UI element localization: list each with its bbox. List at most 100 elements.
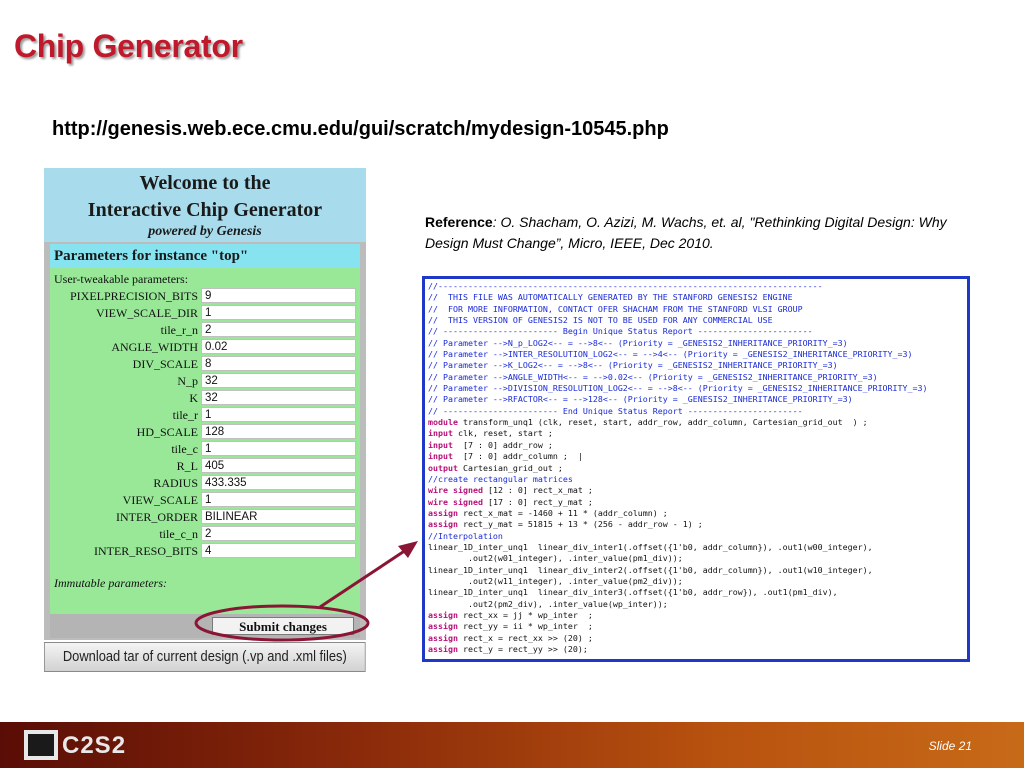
- param-label: tile_r_n: [160, 323, 198, 337]
- param-value-input[interactable]: 8: [201, 356, 356, 371]
- code-line: wire signed [17 : 0] rect_y_mat ;: [428, 497, 928, 508]
- code-text: rect_yy = ii * wp_inter ;: [457, 621, 593, 632]
- param-value-input[interactable]: 1: [201, 492, 356, 507]
- param-row: DIV_SCALE 8: [50, 356, 360, 373]
- param-value-input[interactable]: 32: [201, 390, 356, 405]
- parameters-form: Parameters for instance "top" User-tweak…: [50, 244, 360, 638]
- param-value-input[interactable]: 0.02: [201, 339, 356, 354]
- param-label: ANGLE_WIDTH: [111, 340, 198, 354]
- code-line: input [7 : 0] addr_column ; |: [428, 451, 928, 462]
- reference-text: O. Shacham, O. Azizi, M. Wachs, et. al, …: [425, 214, 947, 251]
- code-line: // Parameter -->INTER_RESOLUTION_LOG2<--…: [428, 349, 913, 360]
- param-row: INTER_ORDER BILINEAR: [50, 509, 360, 526]
- code-line: .out2(w01_integer), .inter_value(pm1_div…: [428, 553, 683, 564]
- param-row: INTER_RESO_BITS 4: [50, 543, 360, 560]
- code-text: rect_xx = jj * wp_inter ;: [457, 609, 593, 620]
- param-row: VIEW_SCALE_DIR 1: [50, 305, 360, 322]
- code-line: assign rect_y_mat = 51815 + 13 * (256 - …: [428, 519, 928, 530]
- slide-footer: C2S2 Slide 21: [0, 722, 1024, 768]
- code-keyword: input: [428, 439, 453, 450]
- code-line: linear_1D_inter_unq1 linear_div_inter2(.…: [428, 564, 873, 575]
- param-value-input[interactable]: 2: [201, 526, 356, 541]
- param-label: N_p: [177, 374, 198, 388]
- code-line: // THIS FILE WAS AUTOMATICALLY GENERATED…: [428, 292, 793, 303]
- code-line: assign rect_y = rect_yy >> (20);: [428, 644, 928, 655]
- param-value-input[interactable]: 4: [201, 543, 356, 558]
- code-line: assign rect_x_mat = -1460 + 11 * (addr_c…: [428, 508, 928, 519]
- code-text: [7 : 0] addr_column ; |: [452, 451, 583, 462]
- param-label: tile_c: [171, 442, 198, 456]
- code-line: wire signed [12 : 0] rect_x_mat ;: [428, 485, 928, 496]
- code-text: rect_x_mat = -1460 + 11 * (addr_column) …: [457, 507, 668, 518]
- param-value-input[interactable]: 9: [201, 288, 356, 303]
- code-keyword: assign: [428, 507, 458, 518]
- welcome-line-2: Interactive Chip Generator: [87, 199, 323, 221]
- param-label: HD_SCALE: [136, 425, 198, 439]
- param-value-input[interactable]: 433.335: [201, 475, 356, 490]
- reference-citation: Reference: O. Shacham, O. Azizi, M. Wach…: [425, 212, 985, 254]
- code-line: // Parameter -->RFACTOR<-- = -->128<-- (…: [428, 394, 853, 405]
- immutable-label: Immutable parameters:: [54, 576, 167, 590]
- c2s2-logo-text: C2S2: [62, 732, 127, 759]
- welcome-line-1: Welcome to the: [139, 172, 271, 194]
- code-keyword: assign: [428, 621, 458, 632]
- code-keyword: wire signed: [428, 485, 483, 496]
- code-line: .out2(pm2_div), .inter_value(wp_inter));: [428, 598, 668, 609]
- param-row: tile_r 1: [50, 407, 360, 424]
- param-label: tile_c_n: [159, 527, 198, 541]
- code-line: //Interpolation: [428, 530, 503, 541]
- code-line: assign rect_x = rect_xx >> (20) ;: [428, 633, 928, 644]
- code-line: // Parameter -->K_LOG2<-- = -->8<-- (Pri…: [428, 360, 838, 371]
- param-label: R_L: [176, 459, 198, 473]
- code-keyword: wire signed: [428, 496, 483, 507]
- slide-title: Chip Generator: [14, 28, 243, 64]
- code-text: [12 : 0] rect_x_mat ;: [482, 485, 593, 496]
- param-value-input[interactable]: BILINEAR: [201, 509, 356, 524]
- param-value-input[interactable]: 1: [201, 407, 356, 422]
- param-row: tile_c 1: [50, 441, 360, 458]
- param-label: INTER_ORDER: [116, 510, 198, 524]
- generated-verilog-code: //--------------------------------------…: [422, 276, 970, 662]
- welcome-banner: Welcome to the Interactive Chip Generato…: [44, 168, 366, 242]
- code-lines: //--------------------------------------…: [428, 281, 928, 655]
- code-line: // Parameter -->N_p_LOG2<-- = -->8<-- (P…: [428, 337, 848, 348]
- parameters-body: User-tweakable parameters: Immutable par…: [50, 268, 360, 614]
- code-keyword: output: [428, 462, 458, 473]
- code-text: clk, reset, start ;: [452, 428, 553, 439]
- submit-changes-button[interactable]: Submit changes: [212, 617, 354, 635]
- param-value-input[interactable]: 2: [201, 322, 356, 337]
- param-row: tile_r_n 2: [50, 322, 360, 339]
- code-text: rect_x = rect_xx >> (20) ;: [457, 632, 593, 643]
- code-keyword: input: [428, 428, 453, 439]
- param-value-input[interactable]: 405: [201, 458, 356, 473]
- param-row: N_p 32: [50, 373, 360, 390]
- code-text: transform_unq1 (clk, reset, start, addr_…: [457, 417, 868, 428]
- param-label: DIV_SCALE: [132, 357, 198, 371]
- download-tar-button[interactable]: Download tar of current design (.vp and …: [44, 642, 366, 672]
- param-row: ANGLE_WIDTH 0.02: [50, 339, 360, 356]
- code-line: assign rect_yy = ii * wp_inter ;: [428, 621, 928, 632]
- param-label: VIEW_SCALE_DIR: [96, 306, 198, 320]
- highlight-arrow-head: [398, 541, 418, 558]
- parameters-header: Parameters for instance "top": [50, 244, 360, 268]
- code-line: // FOR MORE INFORMATION, CONTACT OFER SH…: [428, 303, 803, 314]
- param-row: HD_SCALE 128: [50, 424, 360, 441]
- code-line: input clk, reset, start ;: [428, 428, 928, 439]
- param-value-input[interactable]: 1: [201, 441, 356, 456]
- code-text: Cartesian_grid_out ;: [457, 462, 563, 473]
- code-line: linear_1D_inter_unq1 linear_div_inter1(.…: [428, 541, 873, 552]
- param-value-input[interactable]: 1: [201, 305, 356, 320]
- param-row: K 32: [50, 390, 360, 407]
- code-keyword: input: [428, 451, 453, 462]
- code-line: linear_1D_inter_unq1 linear_div_inter3(.…: [428, 587, 838, 598]
- reference-label: Reference: [425, 214, 493, 230]
- chip-generator-form: Welcome to the Interactive Chip Generato…: [44, 168, 366, 640]
- code-text: [7 : 0] addr_row ;: [452, 439, 553, 450]
- code-line: // Parameter -->DIVISION_RESOLUTION_LOG2…: [428, 383, 928, 394]
- param-value-input[interactable]: 128: [201, 424, 356, 439]
- param-value-input[interactable]: 32: [201, 373, 356, 388]
- code-keyword: assign: [428, 632, 458, 643]
- code-line: // ----------------------- End Unique St…: [428, 405, 803, 416]
- code-line: //create rectangular matrices: [428, 473, 573, 484]
- param-label: PIXELPRECISION_BITS: [69, 289, 198, 303]
